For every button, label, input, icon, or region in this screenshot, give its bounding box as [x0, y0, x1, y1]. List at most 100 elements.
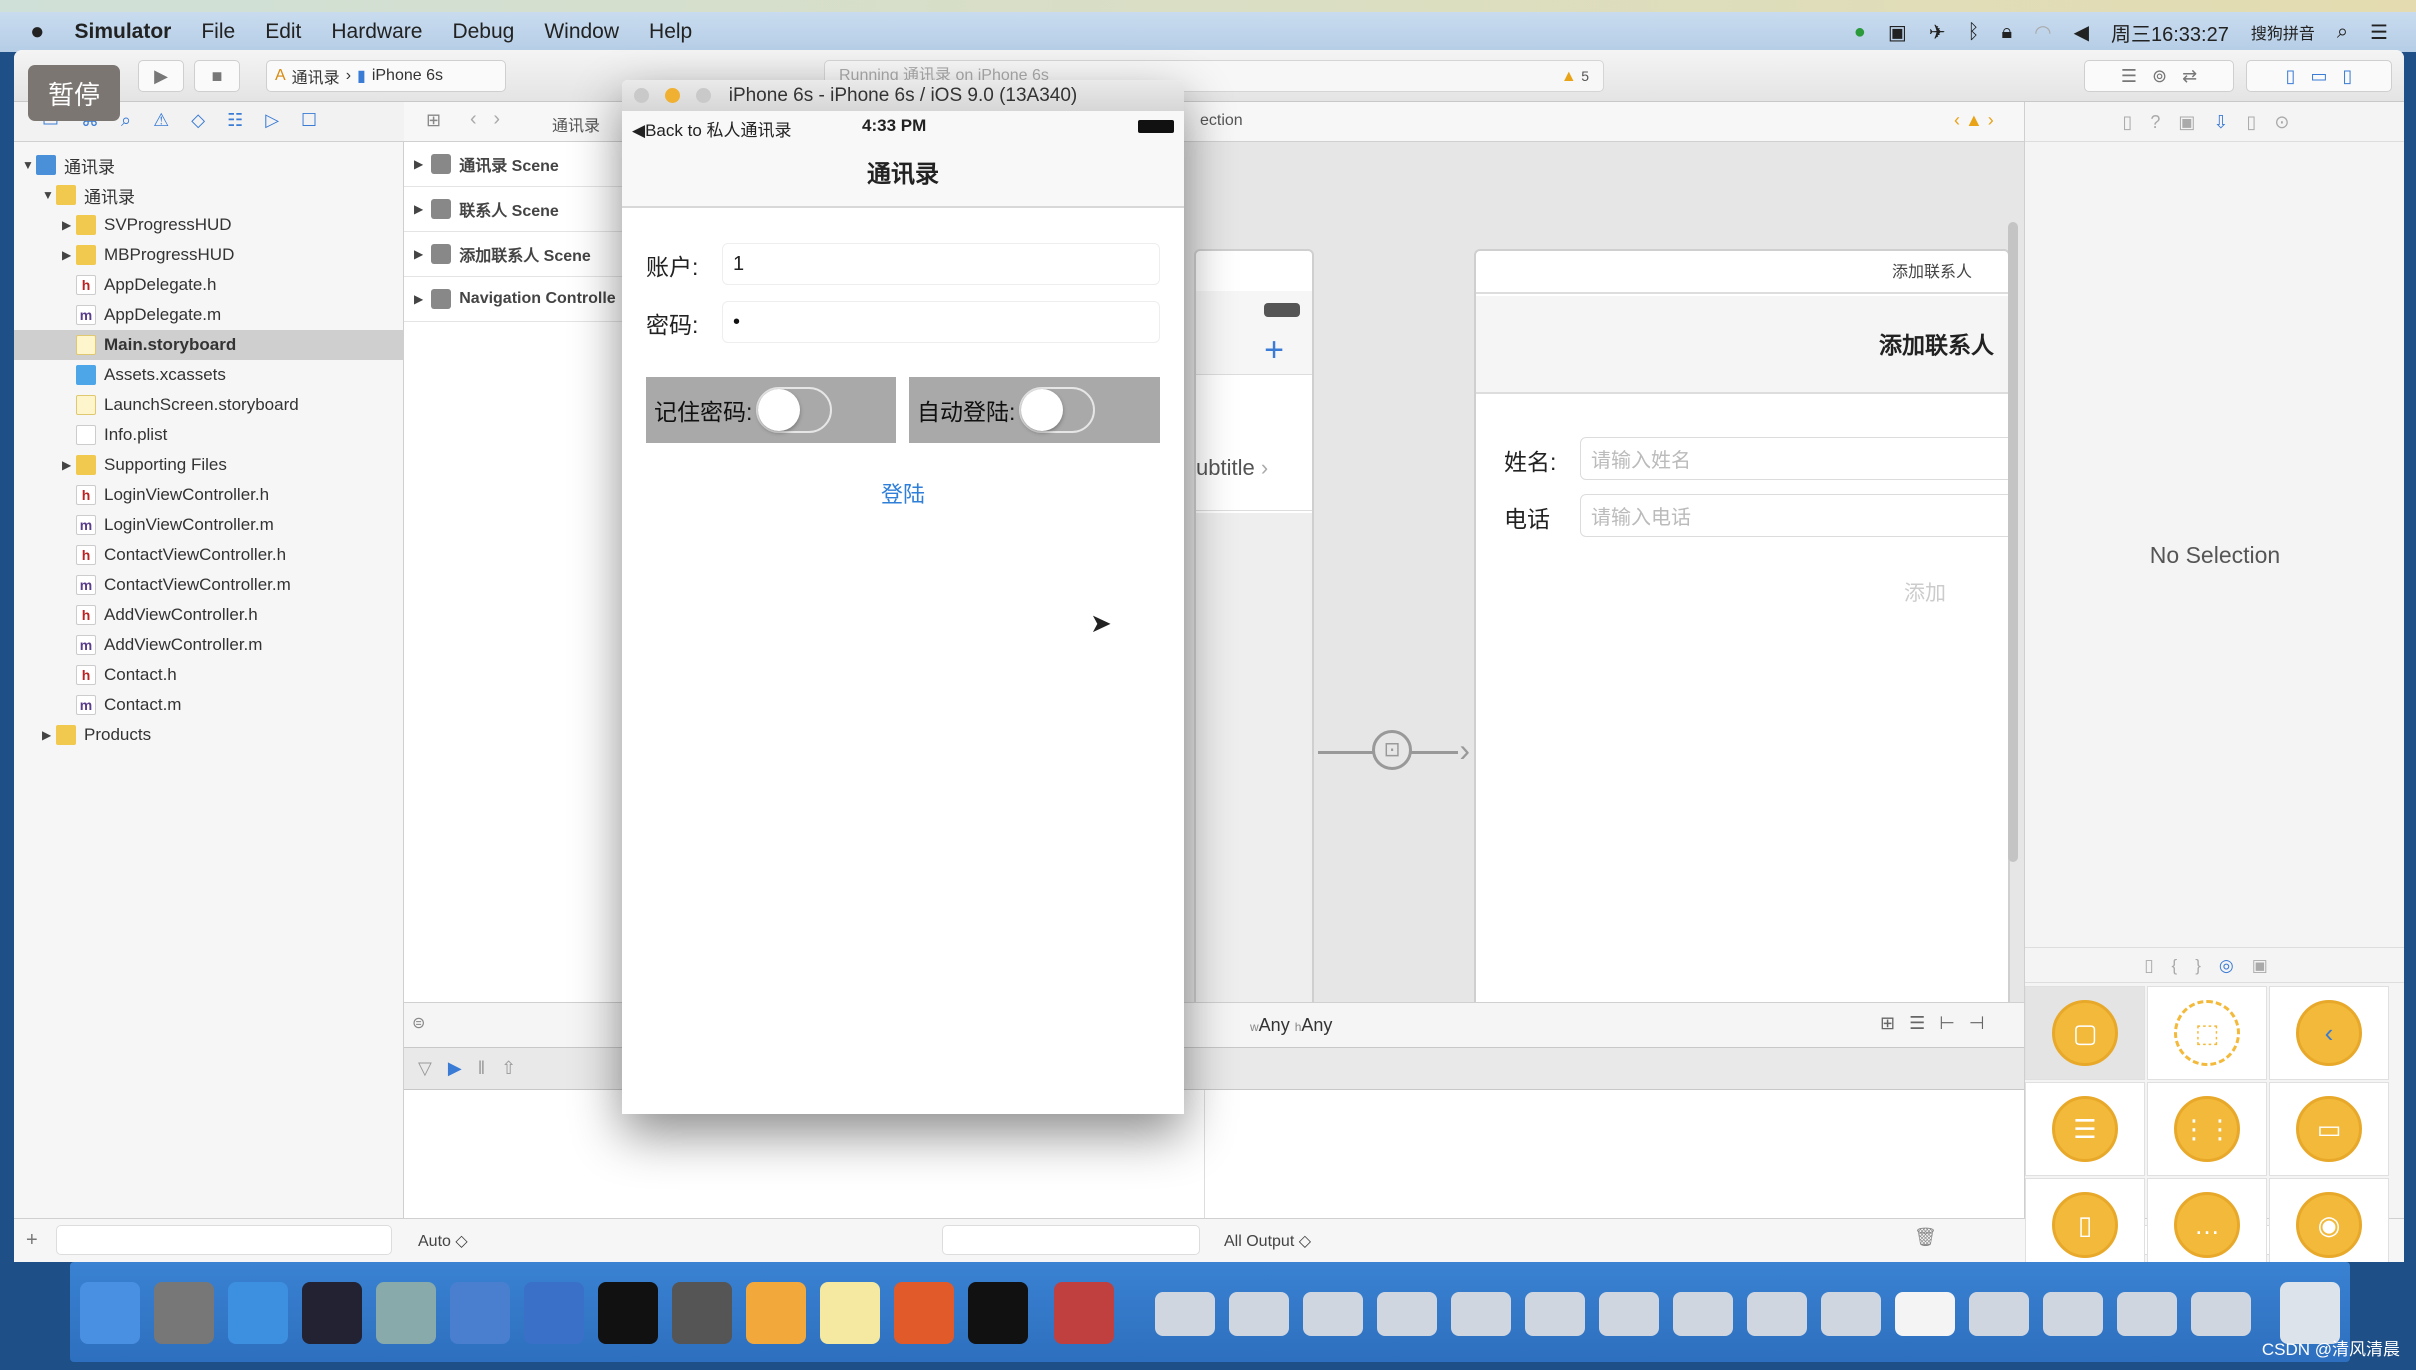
add-file-icon[interactable]: +	[26, 1229, 38, 1252]
navigator-item[interactable]: Assets.xcassets	[14, 360, 404, 390]
bluetooth-icon[interactable]: ᛒ	[1968, 21, 1980, 44]
library-object[interactable]: ‹	[2269, 986, 2389, 1080]
menu-help[interactable]: Help	[649, 20, 692, 44]
library-object[interactable]: ▭	[2269, 1082, 2389, 1176]
stop-button[interactable]: ■	[194, 60, 240, 92]
navigator-item[interactable]: h Contact.h	[14, 660, 404, 690]
instruments-dock-icon[interactable]	[524, 1282, 584, 1344]
powerpoint-dock-icon[interactable]	[894, 1282, 954, 1344]
sketch-dock-icon[interactable]	[746, 1282, 806, 1344]
inspector-tabs[interactable]: ▯?▣⇩▯⊙	[2025, 102, 2404, 142]
disclosure-closed-icon[interactable]: ▶	[62, 458, 76, 472]
minimized-window-dock-icon[interactable]	[1895, 1292, 1955, 1336]
minimized-window-dock-icon[interactable]	[2043, 1292, 2103, 1336]
record-icon[interactable]: ●	[1854, 21, 1866, 44]
navigator-item[interactable]: ▶ Products	[14, 720, 404, 750]
navigator-item[interactable]: m ContactViewController.m	[14, 570, 404, 600]
minimized-window-dock-icon[interactable]	[1673, 1292, 1733, 1336]
autolayout-icons[interactable]: ⊞☰⊢⊣	[1880, 1013, 1999, 1034]
system-preferences-dock-icon[interactable]	[672, 1282, 732, 1344]
notification-icon[interactable]: ☰	[2370, 20, 2388, 45]
navigator-item[interactable]: ▶ MBProgressHUD	[14, 240, 404, 270]
segue-arrow[interactable]: ⊡ ›	[1318, 730, 1470, 770]
auto-login-switch[interactable]	[1019, 387, 1096, 433]
filter-icon[interactable]: ⊜	[412, 1013, 425, 1033]
navigator-item[interactable]: m AddViewController.m	[14, 630, 404, 660]
navigator-item[interactable]: h AddViewController.h	[14, 600, 404, 630]
navigator-item[interactable]: m Contact.m	[14, 690, 404, 720]
debug-controls-icons[interactable]: ▽▶‖⇧	[418, 1058, 532, 1079]
finder-dock-icon[interactable]	[80, 1282, 140, 1344]
run-button[interactable]: ▶	[138, 60, 184, 92]
menu-edit[interactable]: Edit	[265, 20, 301, 44]
navigator-item[interactable]: Main.storyboard	[14, 330, 404, 360]
library-tabs[interactable]: ▯{}◎▣	[2025, 947, 2404, 983]
menu-hardware[interactable]: Hardware	[331, 20, 422, 44]
volume-icon[interactable]: ◀	[2074, 20, 2089, 45]
navigator-filter-field[interactable]	[56, 1225, 392, 1255]
minimized-window-dock-icon[interactable]	[1821, 1292, 1881, 1336]
ime-menu[interactable]: 搜狗拼音	[2251, 20, 2315, 44]
minimize-button[interactable]	[665, 88, 680, 103]
warning-icon[interactable]: ▲ 5	[1561, 61, 1589, 92]
minimized-window-dock-icon[interactable]	[1525, 1292, 1585, 1336]
library-object[interactable]: ⋮⋮	[2147, 1082, 2267, 1176]
disclosure-closed-icon[interactable]: ▶	[414, 157, 423, 171]
zoom-button[interactable]	[696, 88, 711, 103]
back-forward-icon[interactable]: ‹ ›	[470, 108, 500, 131]
navigator-item[interactable]: m AppDelegate.m	[14, 300, 404, 330]
vertical-scrollbar[interactable]	[2008, 222, 2018, 862]
subtitle-cell[interactable]: ubtitle ›	[1196, 411, 1312, 511]
variables-scope-select[interactable]: Auto ◇	[418, 1231, 468, 1251]
outline-scene[interactable]: ▶ 通讯录 Scene	[404, 142, 624, 187]
library-object[interactable]: ▯	[2025, 1178, 2145, 1262]
add-button[interactable]: 添加	[1904, 577, 1946, 607]
library-object[interactable]: ☰	[2025, 1082, 2145, 1176]
editor-mode-buttons[interactable]: ☰ ⊚ ⇄	[2084, 60, 2234, 92]
scene-header[interactable]: 添加联系人	[1476, 251, 2008, 294]
media-player-dock-icon[interactable]	[1054, 1282, 1114, 1344]
login-button[interactable]: 登陆	[622, 477, 1184, 509]
breadcrumb-tail[interactable]: ection	[1200, 112, 1243, 130]
name-field[interactable]: 请输入姓名	[1580, 437, 2008, 480]
simulator-titlebar[interactable]: iPhone 6s - iPhone 6s / iOS 9.0 (13A340)	[622, 80, 1184, 111]
outline-scene[interactable]: ▶ 联系人 Scene	[404, 187, 624, 232]
disclosure-closed-icon[interactable]: ▶	[62, 248, 76, 262]
plus-icon[interactable]: +	[1264, 331, 1284, 370]
movie-dock-icon[interactable]	[376, 1282, 436, 1344]
contact-scene[interactable]: + ubtitle ›	[1194, 249, 1314, 1032]
console-output-select[interactable]: All Output ◇	[1224, 1231, 1311, 1251]
minimized-window-dock-icon[interactable]	[1377, 1292, 1437, 1336]
console-dock-icon[interactable]	[968, 1282, 1028, 1344]
navigator-item[interactable]: h ContactViewController.h	[14, 540, 404, 570]
add-contact-scene[interactable]: 添加联系人 添加联系人 姓名: 请输入姓名 电话 请输入电话 添加	[1474, 249, 2010, 1032]
disclosure-open-icon[interactable]: ▼	[22, 158, 36, 172]
outline-scene[interactable]: ▶ 添加联系人 Scene	[404, 232, 624, 277]
grid-icon[interactable]: ⊞	[426, 110, 441, 131]
menu-app[interactable]: Simulator	[75, 20, 172, 44]
outline-scene[interactable]: ▶ Navigation Controlle	[404, 277, 624, 322]
menu-debug[interactable]: Debug	[452, 20, 514, 44]
password-field[interactable]: •	[722, 301, 1160, 343]
minimized-window-dock-icon[interactable]	[1303, 1292, 1363, 1336]
trash-icon[interactable]: 🗑︎	[1914, 1227, 1937, 1248]
lock-icon[interactable]: 🔒︎	[2002, 21, 2013, 44]
camera-icon[interactable]: ▣	[1888, 20, 1907, 45]
navigator-item[interactable]: ▶ Supporting Files	[14, 450, 404, 480]
size-class-control[interactable]: wAny hAny	[1250, 1015, 1332, 1036]
breadcrumb[interactable]: 通讯录	[552, 112, 600, 136]
navigator-item[interactable]: ▼ 通讯录	[14, 150, 404, 180]
navigator-item[interactable]: LaunchScreen.storyboard	[14, 390, 404, 420]
menu-window[interactable]: Window	[544, 20, 619, 44]
navigator-item[interactable]: Info.plist	[14, 420, 404, 450]
phone-field[interactable]: 请输入电话	[1580, 494, 2008, 537]
navigator-item[interactable]: h AppDelegate.h	[14, 270, 404, 300]
minimized-window-dock-icon[interactable]	[1599, 1292, 1659, 1336]
back-to-app[interactable]: ◀Back to 私人通讯录	[632, 116, 792, 141]
disclosure-open-icon[interactable]: ▼	[42, 188, 56, 202]
issue-warning-icon[interactable]: ‹ ▲ ›	[1954, 110, 1994, 131]
variables-filter-field[interactable]	[942, 1225, 1200, 1255]
library-object[interactable]: ⬚	[2147, 986, 2267, 1080]
segue-icon[interactable]: ⊡	[1372, 730, 1412, 770]
remember-password-switch[interactable]	[756, 387, 833, 433]
